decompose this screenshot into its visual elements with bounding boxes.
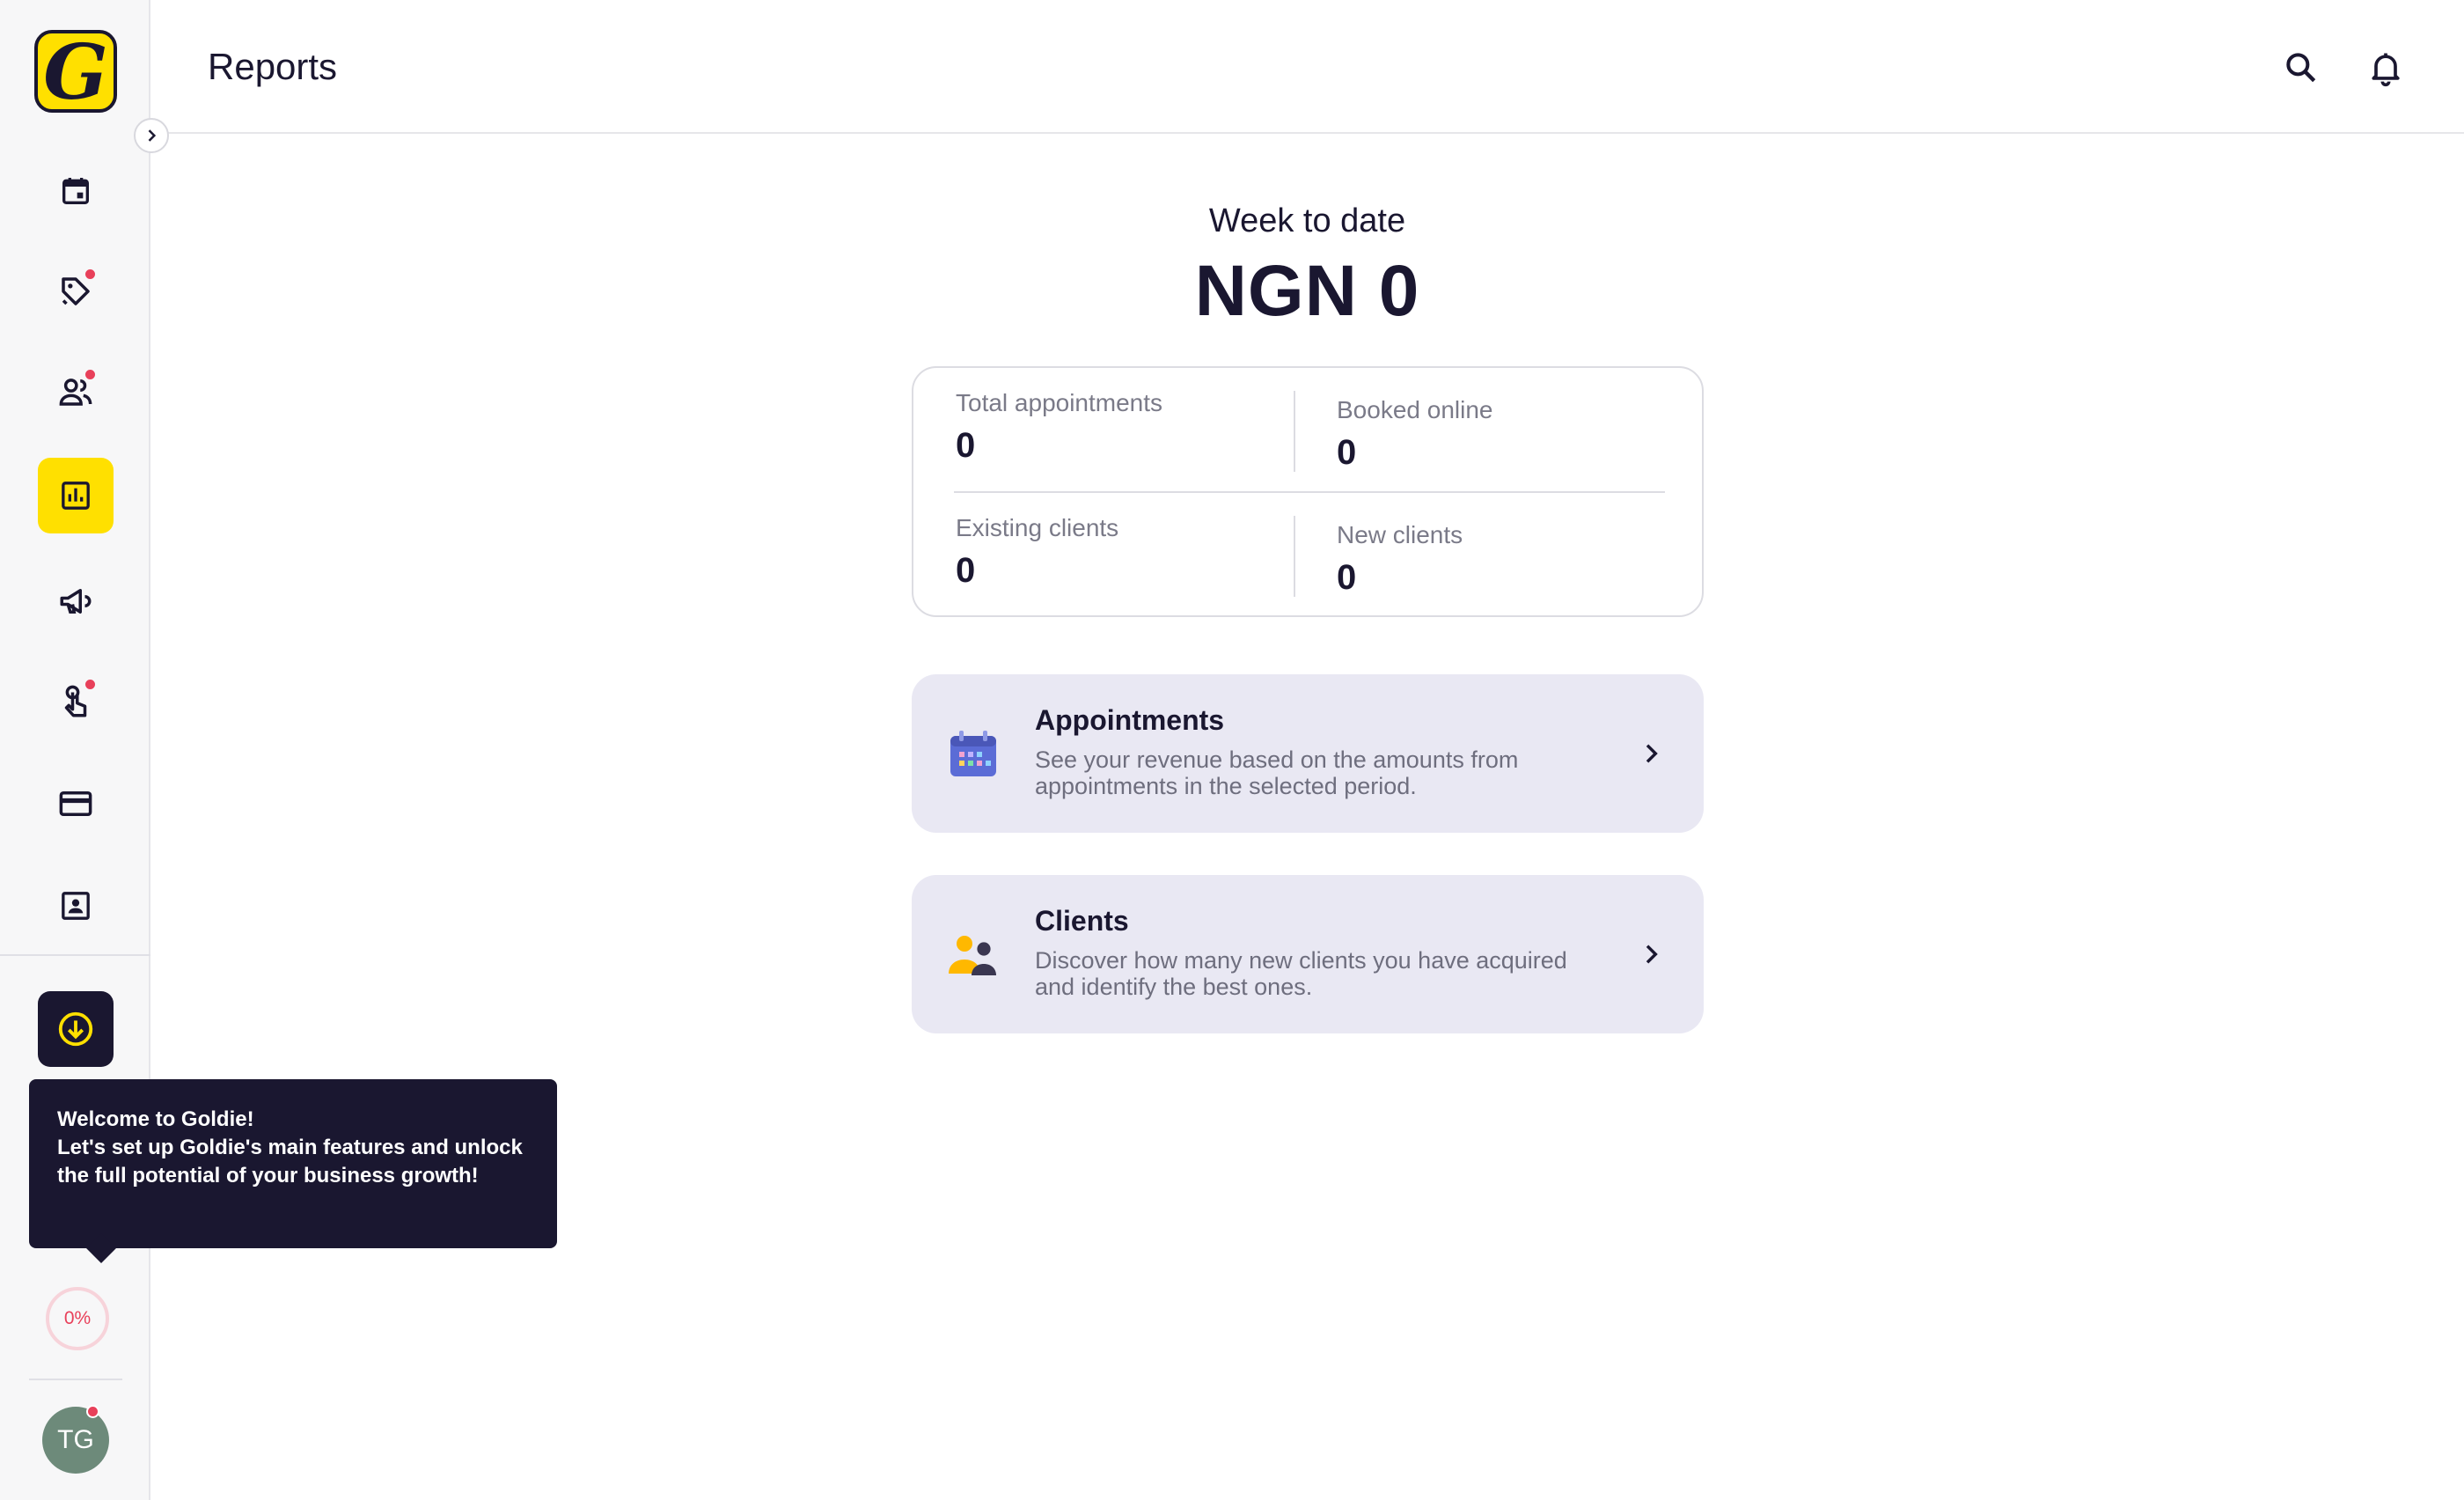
sidebar-expand-button[interactable] (134, 118, 169, 153)
divider (1294, 391, 1295, 472)
sidebar-item-profile[interactable] (38, 868, 114, 944)
chevron-right-icon (1633, 736, 1668, 771)
avatar[interactable]: TG (42, 1405, 109, 1474)
megaphone-icon (60, 589, 92, 614)
sidebar-item-clients[interactable] (38, 354, 114, 430)
search-icon (2286, 53, 2316, 83)
sidebar-divider (0, 954, 150, 956)
divider (954, 491, 1665, 493)
app-logo[interactable]: G (34, 30, 117, 113)
stat-label: Total appointments (956, 389, 1163, 416)
sidebar-item-services[interactable] (38, 254, 114, 329)
logo-letter: G (43, 30, 108, 113)
stat-value: 0 (1337, 558, 1357, 597)
tooltip-body: Let's set up Goldie's main features and … (57, 1136, 523, 1188)
divider (1294, 516, 1295, 597)
page-title: Reports (208, 46, 338, 87)
stat-existing-clients: Existing clients 0 (956, 514, 1118, 591)
download-circle-icon (58, 1011, 93, 1047)
search-button[interactable] (2279, 46, 2323, 90)
stat-label: Booked online (1337, 396, 1493, 423)
sidebar-item-calendar[interactable] (38, 153, 114, 229)
stat-label: New clients (1337, 521, 1463, 548)
report-card-clients[interactable]: Clients Discover how many new clients yo… (912, 875, 1704, 1033)
avatar-initials: TG (57, 1425, 94, 1454)
welcome-tooltip: Welcome to Goldie! Let's set up Goldie's… (29, 1079, 557, 1263)
page-header: Reports (150, 0, 2464, 134)
chevron-right-icon (148, 129, 157, 142)
setup-progress-indicator[interactable]: 0% (46, 1287, 109, 1350)
chevron-right-icon (1633, 937, 1668, 972)
report-card-appointments[interactable]: Appointments See your revenue based on t… (912, 674, 1704, 833)
calendar-color-icon (950, 731, 996, 776)
report-title: Appointments (1035, 704, 1225, 736)
calendar-icon (62, 178, 89, 204)
credit-card-icon (59, 791, 92, 816)
stats-card: Total appointments 0 Booked online 0 Exi… (912, 366, 1704, 617)
notifications-button[interactable] (2364, 46, 2408, 90)
sidebar: G 0% TG (0, 0, 150, 1500)
notification-dot (86, 1405, 99, 1418)
report-description: See your revenue based on the amounts fr… (1035, 746, 1519, 799)
tooltip-title: Welcome to Goldie! (57, 1107, 254, 1131)
stat-total-appointments: Total appointments 0 (956, 389, 1162, 466)
stat-value: 0 (956, 551, 976, 590)
contact-card-icon (62, 892, 90, 920)
sidebar-divider (29, 1379, 122, 1380)
stat-value: 0 (956, 426, 976, 465)
sidebar-item-reports[interactable] (38, 458, 114, 533)
stat-booked-online: Booked online 0 (1337, 396, 1492, 473)
notification-dot (84, 678, 97, 691)
report-title: Clients (1035, 905, 1129, 937)
period-label: Week to date (1208, 202, 1406, 239)
stat-new-clients: New clients 0 (1337, 521, 1463, 598)
stat-value: 0 (1337, 433, 1357, 472)
notification-dot (84, 268, 97, 281)
revenue-amount: NGN 0 (1194, 251, 1420, 331)
main-content: Week to date NGN 0 Total appointments 0 … (150, 134, 2464, 1500)
sidebar-item-marketing[interactable] (38, 563, 114, 639)
report-description: Discover how many new clients you have a… (1035, 947, 1567, 1000)
notification-dot (84, 368, 97, 381)
bar-chart-icon (62, 482, 90, 510)
download-app-button[interactable] (38, 991, 114, 1067)
bell-icon (2372, 53, 2400, 87)
clients-color-icon (949, 936, 996, 975)
stat-label: Existing clients (956, 514, 1119, 541)
sidebar-item-payments[interactable] (38, 766, 114, 842)
sidebar-item-online-booking[interactable] (38, 664, 114, 739)
